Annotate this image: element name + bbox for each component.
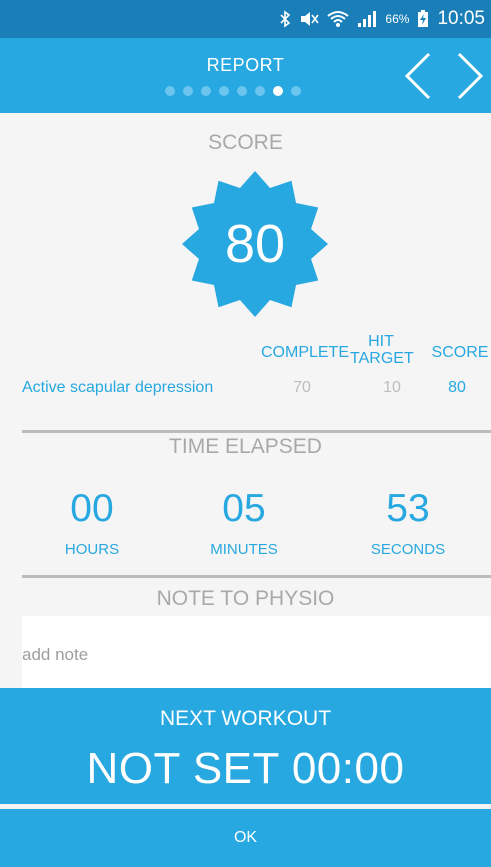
- status-clock: 10:05: [437, 8, 485, 29]
- minutes-block: 05 MINUTES: [174, 487, 314, 558]
- exercise-complete-value: 70: [293, 379, 311, 396]
- hours-value: 00: [70, 487, 114, 530]
- score-value: 80: [224, 214, 286, 274]
- page-dot: [237, 86, 247, 96]
- divider: [22, 430, 491, 433]
- seconds-value: 53: [386, 487, 430, 530]
- page-dot: [183, 86, 193, 96]
- exercise-hit-target-value: 10: [383, 379, 401, 396]
- page-indicator: [165, 86, 301, 96]
- next-workout-value: NOT SET 00:00: [86, 744, 405, 793]
- hours-block: 00 HOURS: [22, 487, 162, 558]
- page-dot: [201, 86, 211, 96]
- note-heading: NOTE TO PHYSIO: [156, 587, 335, 610]
- note-input[interactable]: [22, 616, 491, 688]
- seconds-block: 53 SECONDS: [338, 487, 478, 558]
- column-header-score: SCORE: [431, 344, 489, 361]
- next-button[interactable]: [452, 52, 488, 100]
- minutes-value: 05: [222, 487, 266, 530]
- battery-charging-icon: [417, 10, 429, 28]
- time-elapsed-heading: TIME ELAPSED: [169, 435, 322, 458]
- next-workout-label: NEXT WORKOUT: [159, 707, 332, 730]
- signal-icon: [357, 10, 377, 28]
- divider: [22, 575, 491, 578]
- battery-percent: 66%: [385, 12, 410, 26]
- page-dot: [165, 86, 175, 96]
- chevron-left-icon: [404, 52, 431, 100]
- wifi-icon: [327, 10, 350, 28]
- column-header-complete: COMPLETE: [260, 344, 349, 361]
- ok-button[interactable]: OK: [0, 809, 491, 867]
- page-dot: [255, 86, 265, 96]
- exercise-name: Active scapular depression: [22, 379, 214, 396]
- minutes-label: MINUTES: [210, 541, 278, 558]
- report-content: SCORE 80 COMPLETE HIT TARGET SCORE Activ…: [0, 113, 491, 688]
- previous-button[interactable]: [400, 52, 436, 100]
- mute-icon: [299, 10, 320, 28]
- page-dot: [219, 86, 229, 96]
- column-header-hit-target-line2: TARGET: [350, 350, 414, 367]
- page-dot: [291, 86, 301, 96]
- page-dot-active: [273, 86, 283, 96]
- chevron-right-icon: [457, 52, 484, 100]
- report-header: REPORT: [0, 38, 491, 113]
- table-row: Active scapular depression 70 10 80: [0, 377, 491, 403]
- score-heading: SCORE: [208, 131, 283, 154]
- bluetooth-icon: [279, 10, 291, 28]
- column-header-hit-target-line1: HIT: [368, 333, 394, 350]
- seconds-label: SECONDS: [370, 541, 446, 558]
- status-bar: 66% 10:05: [0, 0, 491, 38]
- column-header-hit-target: HIT TARGET: [350, 333, 414, 367]
- exercise-score-value: 80: [448, 379, 466, 396]
- hours-label: HOURS: [64, 541, 120, 558]
- next-workout-panel: NEXT WORKOUT NOT SET 00:00: [0, 688, 491, 804]
